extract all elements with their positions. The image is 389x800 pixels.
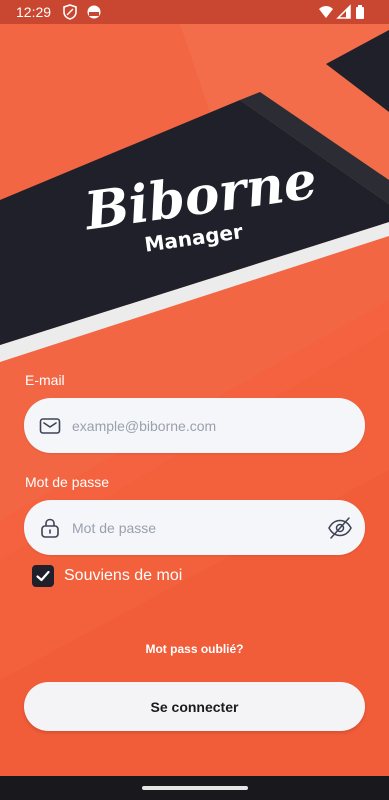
remember-me-label[interactable]: Souviens de moi [64, 567, 182, 585]
lock-icon [41, 518, 59, 538]
password-label: Mot de passe [25, 474, 110, 490]
app-icon [87, 5, 101, 19]
shield-icon [63, 4, 77, 20]
remember-me-checkbox[interactable] [32, 565, 54, 587]
wifi-icon [319, 6, 333, 18]
password-field[interactable] [24, 500, 365, 555]
signal-icon [336, 4, 351, 19]
navigation-bar [0, 776, 389, 800]
forgot-password-link[interactable]: Mot pass oublié? [0, 642, 389, 656]
home-indicator[interactable] [142, 786, 248, 790]
battery-icon [356, 5, 364, 19]
password-input[interactable] [72, 500, 322, 555]
login-screen: 12:29 Biborne Manager E-mail example@bib… [0, 0, 389, 800]
mail-icon [39, 418, 61, 434]
eye-off-icon[interactable] [327, 515, 353, 541]
email-label: E-mail [25, 372, 65, 388]
email-input[interactable] [72, 398, 322, 453]
status-bar: 12:29 [0, 0, 389, 24]
remember-me-row[interactable]: Souviens de moi [32, 564, 182, 588]
checkmark-icon [36, 570, 50, 582]
status-time: 12:29 [16, 4, 52, 20]
login-button[interactable]: Se connecter [24, 682, 365, 731]
email-field[interactable] [24, 398, 365, 453]
biborne-logo: Biborne Manager [79, 158, 318, 257]
